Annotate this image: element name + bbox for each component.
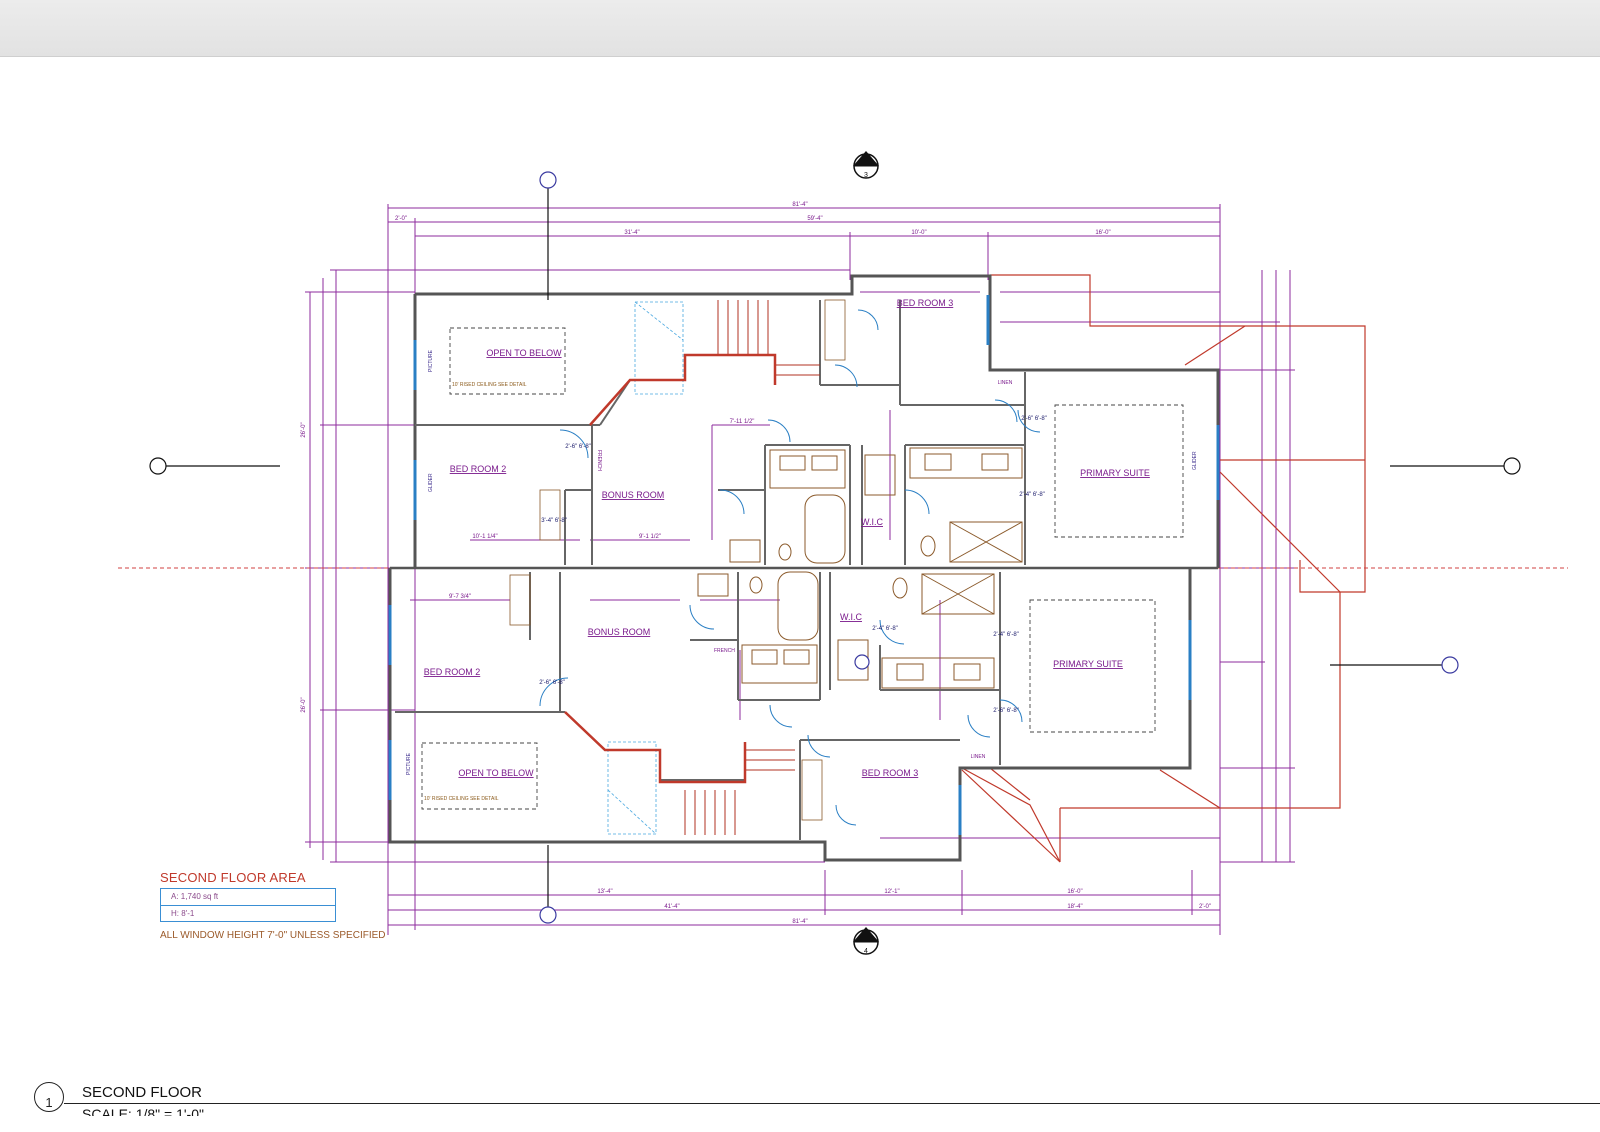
picture-note-lower: PICTURE [406,752,412,775]
windows [388,295,1220,835]
room-primary-lower: PRIMARY SUITE [1053,659,1123,669]
elevation-markers [149,171,1521,924]
room-primary-upper: PRIMARY SUITE [1080,468,1150,478]
glider-note-primary: GLIDER [1192,451,1198,470]
floor-plan-drawing: OPEN TO BELOW OPEN TO BELOW BED ROOM 2 B… [118,151,1568,955]
dim-upper-left-height: 26'-0" [301,422,307,437]
room-bedroom2-upper: BED ROOM 2 [450,464,507,474]
room-bonus-lower: BONUS ROOM [588,627,651,637]
section-marker-bottom: 4 [853,927,879,955]
dim-bedroom2-width: 10'-1 1/4" [472,534,497,540]
room-linen-lower: LINEN [971,754,986,760]
french-door-label-lower: FRENCH [714,648,735,654]
area-value: A: 1,740 sq ft [161,889,335,906]
dim-inner-width: 59'-4" [807,216,822,222]
door-tag-closet-upper: 3'-4" 6'-8" [541,518,567,524]
room-bonus-upper: BONUS ROOM [602,490,665,500]
dim-seg-2: 10'-0" [911,230,926,236]
dim-lower-left-height: 26'-0" [301,697,307,712]
picture-note-upper: PICTURE [428,349,434,372]
view-scale: SCALE: 1/8" = 1'-0" [82,1106,204,1116]
interior-walls [395,300,1026,840]
dim-bottom-seg-3: 16'-0" [1067,889,1082,895]
door-tag-bedroom2-lower: 2'-6" 6'-8" [539,680,565,686]
dim-bottom-right-2: 18'-4" [1067,904,1082,910]
dim-bonus-width: 9'-1 1/2" [639,534,661,540]
door-tag-primary-lower: 2'-6" 6'-8" [993,708,1019,714]
dim-bottom-seg-1: 13'-4" [597,889,612,895]
svg-text:4: 4 [864,948,868,955]
room-bedroom2-lower: BED ROOM 2 [424,667,481,677]
room-open-to-below-lower: OPEN TO BELOW [458,768,534,778]
area-panel-title: SECOND FLOOR AREA [160,870,306,885]
height-value: H: 8'-1 [171,909,195,918]
door-tag-primary-upper: 2'-6" 6'-8" [1021,416,1047,422]
window-height-note: ALL WINDOW HEIGHT 7'-0" UNLESS SPECIFIED [160,930,386,941]
room-bedroom3-upper: BED ROOM 3 [897,298,954,308]
view-number: 1 [45,1095,53,1110]
dim-overall-width: 81'-4" [792,202,807,208]
section-marker-top: 3 [853,151,879,179]
dim-bottom-overall-2: 81'-4" [792,919,807,925]
closet-shelving [509,299,846,821]
dim-seg-3: 16'-0" [1095,230,1110,236]
french-door-label: FRENCH [596,450,602,471]
room-bedroom3-lower: BED ROOM 3 [862,768,919,778]
room-wic-upper: W.I.C [861,517,883,527]
door-tag-wic-lower: 2'-4" 6'-8" [872,626,898,632]
dim-seg-1: 31'-4" [624,230,639,236]
door-tag-bath-upper: 2'-4" 6'-8" [1019,492,1045,498]
door-tag-bedroom2-upper: 2'-6" 6'-8" [565,444,591,450]
svg-text:3: 3 [864,172,868,179]
room-open-to-below-upper: OPEN TO BELOW [486,348,562,358]
dim-bottom-right: 2'-0" [1199,904,1211,910]
view-title: SECOND FLOOR [82,1084,203,1101]
view-number-badge: 1 [34,1082,64,1112]
glider-note-bedroom2: GLIDER [428,473,434,492]
dim-bottom-overall-1: 41'-4" [664,904,679,910]
ceiling-note-lower: 10' RISED CEILING SEE DETAIL [424,796,499,802]
dim-closet-width: 7'-11 1/2" [730,419,755,425]
room-linen-upper: LINEN [998,380,1013,386]
view-title-rule [64,1103,1600,1104]
dim-hall-width: 9'-7 3/4" [449,594,471,600]
dim-left-offset: 2'-0" [395,216,407,222]
area-panel: A: 1,740 sq ft H: 8'-1 [160,888,336,922]
ceiling-note-upper: 10' RISED CEILING SEE DETAIL [452,382,527,388]
dim-bottom-seg-2: 12'-1" [884,889,899,895]
door-tag-bath-lower: 2'-4" 6'-8" [993,632,1019,638]
room-wic-lower: W.I.C [840,612,862,622]
